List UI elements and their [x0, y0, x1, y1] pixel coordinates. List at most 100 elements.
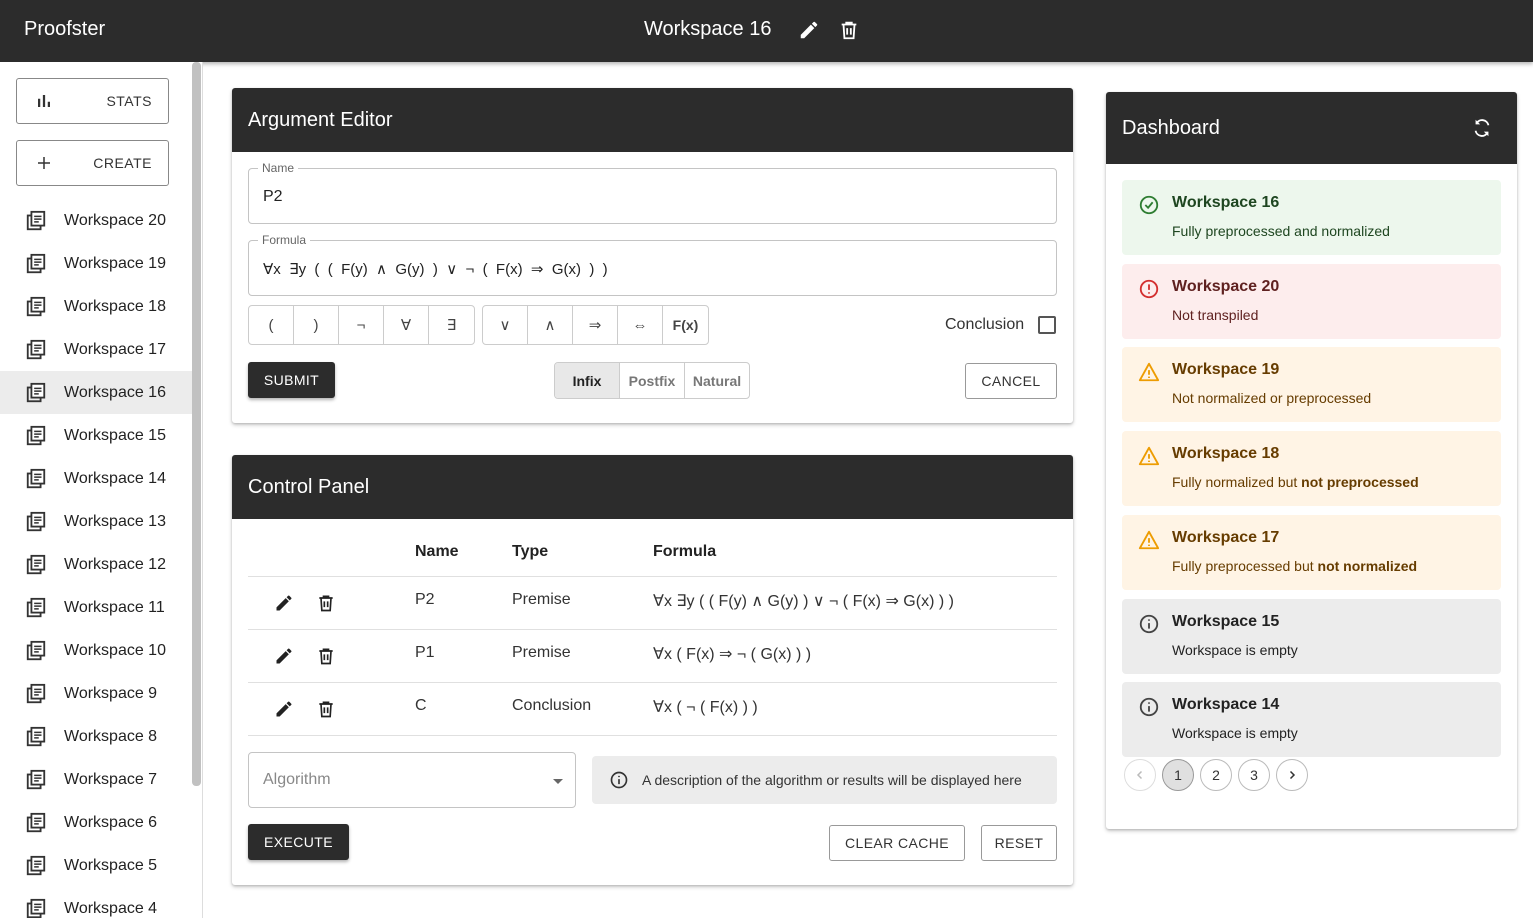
symbol-exists-button[interactable]: ∃	[429, 306, 474, 344]
sidebar-item-label: Workspace 14	[64, 469, 166, 487]
sidebar-item-workspace[interactable]: Workspace 7	[0, 758, 192, 801]
info-icon	[1138, 696, 1160, 718]
clear-cache-button[interactable]: CLEAR CACHE	[829, 825, 965, 861]
alert-description-line: Fully preprocessed but not normalized	[1172, 558, 1417, 574]
conclusion-label: Conclusion	[945, 316, 1025, 333]
sidebar-item-label: Workspace 9	[64, 684, 158, 702]
sidebar-item-workspace[interactable]: Workspace 18	[0, 285, 192, 328]
symbol-forall-button[interactable]: ∀	[384, 306, 429, 344]
reset-button[interactable]: RESET	[981, 825, 1057, 861]
algorithm-placeholder: Algorithm	[263, 771, 331, 788]
symbol-close-paren-button[interactable]: )	[294, 306, 339, 344]
create-button[interactable]: CREATE	[16, 140, 169, 186]
status-alert[interactable]: Workspace 15 Workspace is empty	[1122, 598, 1501, 674]
argument-editor-title: Argument Editor	[232, 88, 1073, 152]
stats-button[interactable]: STATS	[16, 78, 169, 124]
sidebar-item-workspace[interactable]: Workspace 15	[0, 414, 192, 457]
delete-row-icon[interactable]	[315, 645, 337, 667]
pagination-page-3[interactable]: 3	[1238, 759, 1270, 791]
formula-field[interactable]: Formula ∀x ∃y ( ( F(y) ∧ G(y) ) ∨ ¬ ( F(…	[248, 233, 1057, 296]
alert-description-line: Workspace is empty	[1172, 725, 1298, 741]
status-alert[interactable]: Workspace 19 Not normalized or preprocess…	[1122, 347, 1501, 423]
notation-natural-button[interactable]: Natural	[685, 363, 749, 398]
alert-description-line: Fully normalized but not preprocessed	[1172, 474, 1419, 490]
status-alert[interactable]: Workspace 17 Fully preprocessed but not n…	[1122, 514, 1501, 590]
symbol-not-button[interactable]: ¬	[339, 306, 384, 344]
row-formula: ∀x ( ¬ ( F(x) ) )	[653, 699, 758, 716]
document-stack-icon	[24, 682, 48, 706]
pagination-next-button[interactable]	[1276, 759, 1308, 791]
sidebar-item-workspace[interactable]: Workspace 4	[0, 887, 192, 918]
sidebar-item-workspace[interactable]: Workspace 9	[0, 672, 192, 715]
sidebar-item-workspace[interactable]: Workspace 6	[0, 801, 192, 844]
pagination-page-2[interactable]: 2	[1200, 759, 1232, 791]
stats-label: STATS	[106, 93, 152, 109]
table-divider	[248, 576, 1057, 577]
alert-title: Workspace 20	[1172, 277, 1280, 295]
sidebar-item-workspace[interactable]: Workspace 13	[0, 500, 192, 543]
symbol-predicate-button[interactable]: F(x)	[663, 306, 708, 344]
warning-triangle-icon	[1138, 445, 1160, 467]
error-circle-icon	[1138, 278, 1160, 300]
pagination-prev-button[interactable]	[1124, 759, 1156, 791]
sidebar-item-workspace[interactable]: Workspace 12	[0, 543, 192, 586]
row-formula: ∀x ( F(x) ⇒ ¬ ( G(x) ) )	[653, 646, 812, 663]
symbol-implies-button[interactable]: ⇒	[573, 306, 618, 344]
sidebar-item-workspace[interactable]: Workspace 11	[0, 586, 192, 629]
symbol-and-button[interactable]: ∧	[528, 306, 573, 344]
name-field[interactable]: Name P2	[248, 161, 1057, 224]
sidebar-item-workspace[interactable]: Workspace 10	[0, 629, 192, 672]
warning-triangle-icon	[1138, 529, 1160, 551]
status-alert[interactable]: Workspace 16 Fully preprocessed and norma…	[1122, 180, 1501, 255]
document-stack-icon	[24, 596, 48, 620]
sidebar-item-label: Workspace 18	[64, 297, 166, 315]
alert-description-line: Fully preprocessed and normalized	[1172, 223, 1390, 239]
document-stack-icon	[24, 811, 48, 835]
status-alert[interactable]: Workspace 18 Fully normalized but not pre…	[1122, 431, 1501, 507]
row-name: P1	[415, 644, 435, 661]
row-name: P2	[415, 591, 435, 608]
formula-field-label: Formula	[258, 233, 311, 247]
sidebar-item-label: Workspace 8	[64, 727, 158, 745]
symbol-iff-button[interactable]: ⇔	[618, 306, 663, 344]
delete-workspace-icon[interactable]	[837, 17, 861, 43]
sidebar-item-label: Workspace 19	[64, 254, 166, 272]
cancel-button[interactable]: CANCEL	[965, 363, 1057, 399]
edit-row-icon[interactable]	[273, 698, 295, 720]
sidebar-item-workspace[interactable]: Workspace 20	[0, 199, 192, 242]
sidebar-item-workspace[interactable]: Workspace 17	[0, 328, 192, 371]
delete-row-icon[interactable]	[315, 592, 337, 614]
notation-postfix-button[interactable]: Postfix	[620, 363, 685, 398]
sidebar-item-workspace[interactable]: Workspace 8	[0, 715, 192, 758]
algorithm-select[interactable]: Algorithm	[248, 752, 576, 808]
sidebar-item-workspace[interactable]: Workspace 19	[0, 242, 192, 285]
control-panel-title: Control Panel	[232, 455, 1073, 519]
sidebar-item-label: Workspace 20	[64, 211, 166, 229]
document-stack-icon	[24, 209, 48, 233]
submit-button[interactable]: SUBMIT	[248, 362, 335, 398]
refresh-icon[interactable]	[1470, 116, 1494, 140]
sidebar-item-workspace[interactable]: Workspace 14	[0, 457, 192, 500]
dashboard-card: Dashboard Workspace 16 Fully preprocessed…	[1106, 92, 1517, 829]
delete-row-icon[interactable]	[315, 698, 337, 720]
symbol-or-button[interactable]: ∨	[483, 306, 528, 344]
notation-infix-button[interactable]: Infix	[555, 363, 620, 398]
row-divider	[248, 735, 1057, 736]
conclusion-checkbox[interactable]	[1038, 316, 1056, 334]
sidebar-item-workspace[interactable]: Workspace 5	[0, 844, 192, 887]
pagination-page-1[interactable]: 1	[1162, 759, 1194, 791]
row-type: Premise	[512, 644, 571, 661]
sidebar-item-label: Workspace 17	[64, 340, 166, 358]
document-stack-icon	[24, 897, 48, 918]
sidebar-item-workspace[interactable]: Workspace 16	[0, 371, 192, 414]
edit-workspace-icon[interactable]	[797, 17, 821, 43]
status-alert[interactable]: Workspace 14 Workspace is empty	[1122, 682, 1501, 758]
edit-row-icon[interactable]	[273, 592, 295, 614]
execute-button[interactable]: EXECUTE	[248, 824, 349, 860]
row-name: C	[415, 697, 427, 714]
sidebar-item-label: Workspace 6	[64, 813, 158, 831]
symbol-open-paren-button[interactable]: (	[249, 306, 294, 344]
status-alert[interactable]: Workspace 20 Not transpiled	[1122, 263, 1501, 339]
sidebar-scrollbar[interactable]	[192, 62, 201, 786]
edit-row-icon[interactable]	[273, 645, 295, 667]
